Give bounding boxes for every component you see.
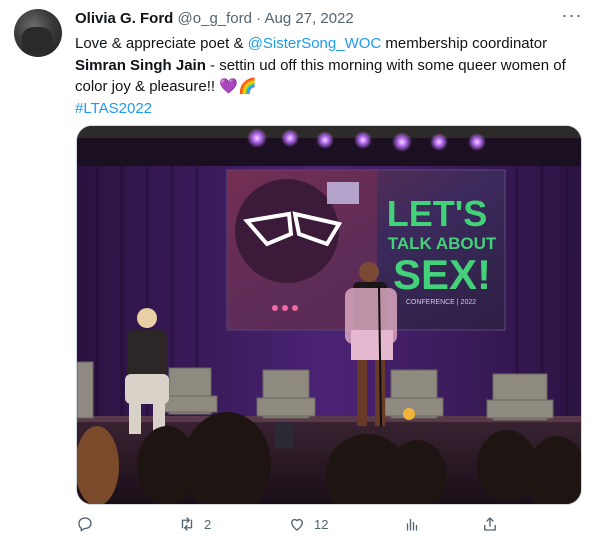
- more-options-icon[interactable]: ···: [560, 6, 584, 30]
- screen-title-1: LET'S: [387, 193, 488, 234]
- reply-icon: [78, 517, 92, 532]
- tweet-text: Love & appreciate poet & @SisterSong_WOC…: [75, 33, 585, 119]
- purple-heart-emoji: 💜: [219, 78, 238, 95]
- text-segment: Love & appreciate poet &: [75, 35, 248, 52]
- flowers: [403, 408, 415, 420]
- screen-title-3: SEX!: [393, 251, 491, 298]
- tweet-header: Olivia G. Ford @o_g_ford · Aug 27, 2022: [75, 9, 354, 29]
- stage-photo: LET'S TALK ABOUT SEX! CONFERENCE | 2022: [77, 126, 581, 504]
- handle[interactable]: @o_g_ford: [178, 10, 252, 27]
- share-button[interactable]: [481, 513, 499, 535]
- separator: ·: [256, 10, 262, 27]
- tweet-actions: 2 12: [76, 513, 586, 535]
- screen-subtitle: CONFERENCE | 2022: [406, 299, 476, 306]
- bold-name: Simran Singh Jain: [75, 56, 206, 74]
- tweet-photo[interactable]: LET'S TALK ABOUT SEX! CONFERENCE | 2022: [76, 125, 582, 505]
- like-button[interactable]: 12: [288, 513, 328, 535]
- retweet-button[interactable]: 2: [178, 513, 211, 535]
- mention-link[interactable]: @SisterSong_WOC: [248, 35, 382, 52]
- display-name[interactable]: Olivia G. Ford: [75, 10, 173, 27]
- text-segment: membership coordinator: [381, 35, 548, 52]
- hashtag-link[interactable]: #LTAS2022: [75, 100, 152, 117]
- rainbow-emoji: 🌈: [237, 78, 257, 95]
- views-icon: [406, 518, 418, 531]
- avatar[interactable]: [14, 9, 62, 57]
- retweet-count: 2: [204, 516, 212, 532]
- views-button[interactable]: [403, 513, 429, 535]
- heart-icon: [291, 518, 303, 531]
- reply-button[interactable]: [76, 513, 102, 535]
- tweet-date[interactable]: Aug 27, 2022: [265, 10, 354, 27]
- like-count: 12: [314, 516, 329, 532]
- retweet-icon: [181, 517, 193, 531]
- share-icon: [484, 517, 496, 531]
